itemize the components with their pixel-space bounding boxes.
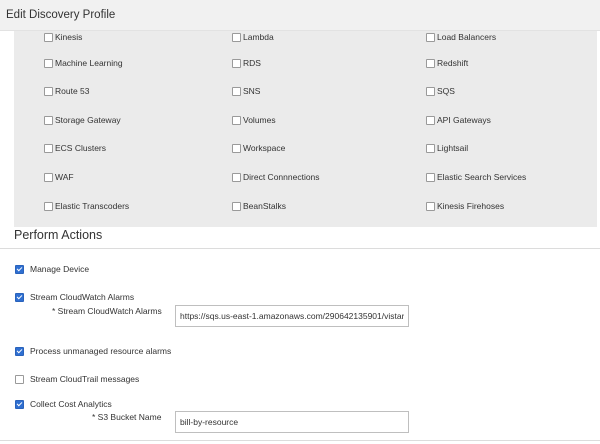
cloudwatch-field-label: * Stream CloudWatch Alarms	[52, 306, 162, 316]
checkbox[interactable]	[232, 201, 241, 211]
checkbox[interactable]	[426, 201, 435, 211]
service-elastic-transcoders[interactable]: Elastic Transcoders	[44, 200, 129, 212]
checkbox[interactable]	[232, 32, 241, 42]
service-label: SNS	[243, 86, 261, 96]
service-api-gateways[interactable]: API Gateways	[426, 114, 491, 126]
manage-device-label: Manage Device	[30, 264, 90, 274]
service-label: Volumes	[243, 115, 276, 125]
process-unmanaged-label: Process unmanaged resource alarms	[30, 346, 172, 356]
stream-cloudtrail-checkbox[interactable]	[15, 374, 24, 384]
perform-actions-heading: Perform Actions	[14, 228, 103, 242]
checkbox[interactable]	[44, 201, 53, 211]
service-lightsail[interactable]: Lightsail	[426, 142, 468, 154]
service-kinesis[interactable]: Kinesis	[44, 31, 82, 43]
service-rds[interactable]: RDS	[232, 57, 261, 69]
checkbox[interactable]	[232, 115, 241, 125]
service-elastic-search-services[interactable]: Elastic Search Services	[426, 171, 526, 183]
checkbox[interactable]	[44, 58, 53, 68]
service-label: Elastic Transcoders	[55, 201, 130, 211]
manage-device-checkbox[interactable]	[15, 264, 24, 274]
service-route-53[interactable]: Route 53	[44, 85, 90, 97]
stream-cloudtrail-label: Stream CloudTrail messages	[30, 374, 140, 384]
service-label: SQS	[437, 86, 455, 96]
service-label: Route 53	[55, 86, 90, 96]
checkbox[interactable]	[232, 86, 241, 96]
service-redshift[interactable]: Redshift	[426, 57, 468, 69]
checkbox[interactable]	[426, 172, 435, 182]
process-unmanaged-checkbox[interactable]	[15, 346, 24, 356]
dialog-title: Edit Discovery Profile	[6, 9, 116, 21]
service-load-balancers[interactable]: Load Balancers	[426, 31, 496, 43]
service-label: WAF	[55, 172, 74, 182]
checkbox[interactable]	[232, 143, 241, 153]
service-label: Lambda	[243, 32, 274, 42]
service-beanstalks[interactable]: BeanStalks	[232, 200, 286, 212]
service-machine-learning[interactable]: Machine Learning	[44, 57, 123, 69]
checkbox[interactable]	[44, 115, 53, 125]
service-workspace[interactable]: Workspace	[232, 142, 285, 154]
service-label: Redshift	[437, 58, 469, 68]
bottom-divider	[0, 440, 600, 441]
service-label: Direct Connnections	[243, 172, 320, 182]
service-volumes[interactable]: Volumes	[232, 114, 276, 126]
collect-cost-option[interactable]: Collect Cost Analytics	[15, 398, 112, 410]
manage-device-option[interactable]: Manage Device	[15, 263, 89, 275]
service-label: ECS Clusters	[55, 143, 107, 153]
service-direct-connections[interactable]: Direct Connnections	[232, 171, 320, 183]
checkbox[interactable]	[426, 58, 435, 68]
service-sns[interactable]: SNS	[232, 85, 260, 97]
service-ecs-clusters[interactable]: ECS Clusters	[44, 142, 106, 154]
stream-cloudtrail-option[interactable]: Stream CloudTrail messages	[15, 373, 139, 385]
services-panel: Kinesis Lambda Load Balancers Machine Le…	[14, 31, 597, 227]
service-label: Elastic Search Services	[437, 172, 527, 182]
service-label: BeanStalks	[243, 201, 286, 211]
collect-cost-checkbox[interactable]	[15, 399, 24, 409]
checkbox[interactable]	[426, 32, 435, 42]
stream-cloudwatch-checkbox[interactable]	[15, 292, 24, 302]
service-lambda[interactable]: Lambda	[232, 31, 274, 43]
cloudwatch-queue-url-input[interactable]	[175, 305, 409, 327]
collect-cost-label: Collect Cost Analytics	[30, 399, 112, 409]
service-label: Kinesis	[55, 32, 83, 42]
checkbox[interactable]	[232, 58, 241, 68]
service-label: Load Balancers	[437, 32, 497, 42]
checkbox[interactable]	[44, 86, 53, 96]
process-unmanaged-option[interactable]: Process unmanaged resource alarms	[15, 345, 171, 357]
stream-cloudwatch-label: Stream CloudWatch Alarms	[30, 292, 135, 302]
checkbox[interactable]	[426, 143, 435, 153]
stream-cloudwatch-option[interactable]: Stream CloudWatch Alarms	[15, 291, 134, 303]
s3-bucket-name-input[interactable]	[175, 411, 409, 433]
service-label: API Gateways	[437, 115, 491, 125]
service-kinesis-firehoses[interactable]: Kinesis Firehoses	[426, 200, 504, 212]
service-sqs[interactable]: SQS	[426, 85, 455, 97]
service-label: Lightsail	[437, 143, 469, 153]
service-label: Workspace	[243, 143, 286, 153]
service-label: Machine Learning	[55, 58, 123, 68]
service-waf[interactable]: WAF	[44, 171, 74, 183]
checkbox[interactable]	[426, 115, 435, 125]
checkbox[interactable]	[44, 172, 53, 182]
s3-bucket-field-label: * S3 Bucket Name	[92, 412, 162, 422]
checkbox[interactable]	[44, 143, 53, 153]
service-storage-gateway[interactable]: Storage Gateway	[44, 114, 121, 126]
dialog-header: Edit Discovery Profile	[0, 0, 600, 31]
checkbox[interactable]	[426, 86, 435, 96]
checkbox[interactable]	[44, 32, 53, 42]
service-label: Storage Gateway	[55, 115, 121, 125]
service-label: Kinesis Firehoses	[437, 201, 505, 211]
checkbox[interactable]	[232, 172, 241, 182]
section-divider	[0, 248, 600, 249]
service-label: RDS	[243, 58, 261, 68]
